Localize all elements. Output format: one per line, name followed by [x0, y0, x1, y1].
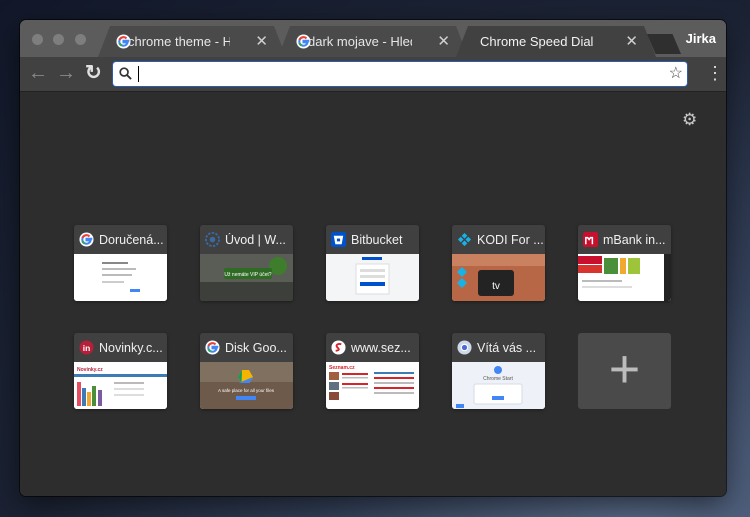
close-tab-icon[interactable]: ✕ [625, 26, 638, 57]
tile-label: www.sez... [351, 341, 411, 355]
bitbucket-icon [331, 232, 346, 247]
tab-chrome-speed-dial[interactable]: Chrome Speed Dial ✕ [456, 26, 656, 57]
speed-dial-tile-chrome-welcome[interactable]: Vítá vás ... Chrome Start [452, 333, 545, 409]
speed-dial-tile-seznam[interactable]: www.sez... Seznam.cz [326, 333, 419, 409]
tile-label: Vítá vás ... [477, 341, 537, 355]
speed-dial-tile-google-drive[interactable]: Disk Goo... A safe place for all your fi… [200, 333, 293, 409]
tab-strip: chrome theme - Hledat Googlem ✕ dark moj… [20, 20, 726, 57]
novinky-thumb-title: Novinky.cz [77, 367, 103, 373]
tile-label: Doručená... [99, 233, 164, 247]
tile-thumbnail [578, 254, 671, 301]
tab-title: Chrome Speed Dial [480, 34, 594, 49]
tile-thumbnail: Seznam.cz [326, 362, 419, 409]
window-controls [32, 32, 92, 50]
reload-button[interactable]: ↻ [85, 62, 102, 84]
wordpress-icon [205, 232, 220, 247]
tab-chrome-theme[interactable]: chrome theme - Hledat Googlem ✕ [98, 26, 286, 57]
omnibox[interactable]: ☆ [113, 62, 687, 86]
gear-icon[interactable]: ⚙ [682, 110, 697, 130]
chrome-thumb-title: Chrome Start [483, 376, 513, 382]
tile-thumbnail: Novinky.cz [74, 362, 167, 409]
tile-label: Bitbucket [351, 233, 403, 247]
speed-dial-page: ⚙ Doručená... Úvod | W... Už nemáte VIP … [20, 92, 726, 496]
google-icon [116, 34, 131, 49]
tile-label: Disk Goo... [225, 341, 287, 355]
google-icon [205, 340, 220, 355]
tile-thumbnail [326, 254, 419, 301]
close-tab-icon[interactable]: ✕ [255, 26, 268, 57]
menu-button[interactable]: ⋮ [706, 63, 724, 83]
mbank-icon [583, 232, 598, 247]
seznam-thumb-title: Seznam.cz [329, 365, 355, 371]
google-icon [296, 34, 311, 49]
tile-label: Úvod | W... [225, 233, 286, 247]
svg-text:in: in [83, 343, 90, 353]
tile-label: KODI For ... [477, 233, 543, 247]
bookmark-star-icon[interactable]: ☆ [669, 63, 683, 83]
profile-name[interactable]: Jirka [686, 31, 716, 46]
wp-thumb-button: Už nemáte VIP účet? [224, 272, 271, 278]
seznam-icon [331, 340, 346, 355]
toolbar: ← → ↻ ☆ [20, 57, 726, 92]
tile-thumbnail: tv [452, 254, 545, 301]
text-caret [138, 66, 139, 82]
tab-dark-mojave[interactable]: dark mojave - Hledat Googlem ✕ [278, 26, 468, 57]
omnibox-input[interactable] [137, 64, 661, 86]
kodi-thumb-tv: tv [492, 281, 500, 292]
speed-dial-tile-kodi[interactable]: KODI For ... tv [452, 225, 545, 301]
search-icon [119, 67, 132, 80]
speed-dial-tile-wordpress[interactable]: Úvod | W... Už nemáte VIP účet? [200, 225, 293, 301]
tile-label: mBank in... [603, 233, 666, 247]
zoom-window-button[interactable] [74, 34, 86, 45]
kodi-icon [457, 232, 472, 247]
browser-window: chrome theme - Hledat Googlem ✕ dark moj… [20, 20, 726, 496]
tile-thumbnail: Chrome Start [452, 362, 545, 409]
tab-title: chrome theme - Hledat Googlem [128, 34, 230, 49]
tab-title: dark mojave - Hledat Googlem [308, 34, 410, 49]
add-speed-dial-button[interactable]: + [578, 333, 671, 409]
speed-dial-tile-novinky[interactable]: in Novinky.c... Novinky.cz [74, 333, 167, 409]
minimize-window-button[interactable] [53, 34, 65, 45]
novinky-icon: in [79, 340, 94, 355]
google-icon [79, 232, 94, 247]
speed-dial-tile-mbank[interactable]: mBank in... [578, 225, 671, 301]
close-tab-icon[interactable]: ✕ [437, 26, 450, 57]
drive-thumb-tagline: A safe place for all your files [218, 388, 275, 393]
back-button[interactable]: ← [28, 62, 48, 84]
tile-label: Novinky.c... [99, 341, 163, 355]
tile-thumbnail: Už nemáte VIP účet? [200, 254, 293, 301]
chrome-icon [457, 340, 472, 355]
speed-dial-tile-gmail[interactable]: Doručená... [74, 225, 167, 301]
tile-thumbnail [74, 254, 167, 301]
speed-dial-tile-bitbucket[interactable]: Bitbucket [326, 225, 419, 301]
forward-button[interactable]: → [56, 62, 76, 84]
close-window-button[interactable] [32, 34, 43, 45]
tile-thumbnail: A safe place for all your files [200, 362, 293, 409]
